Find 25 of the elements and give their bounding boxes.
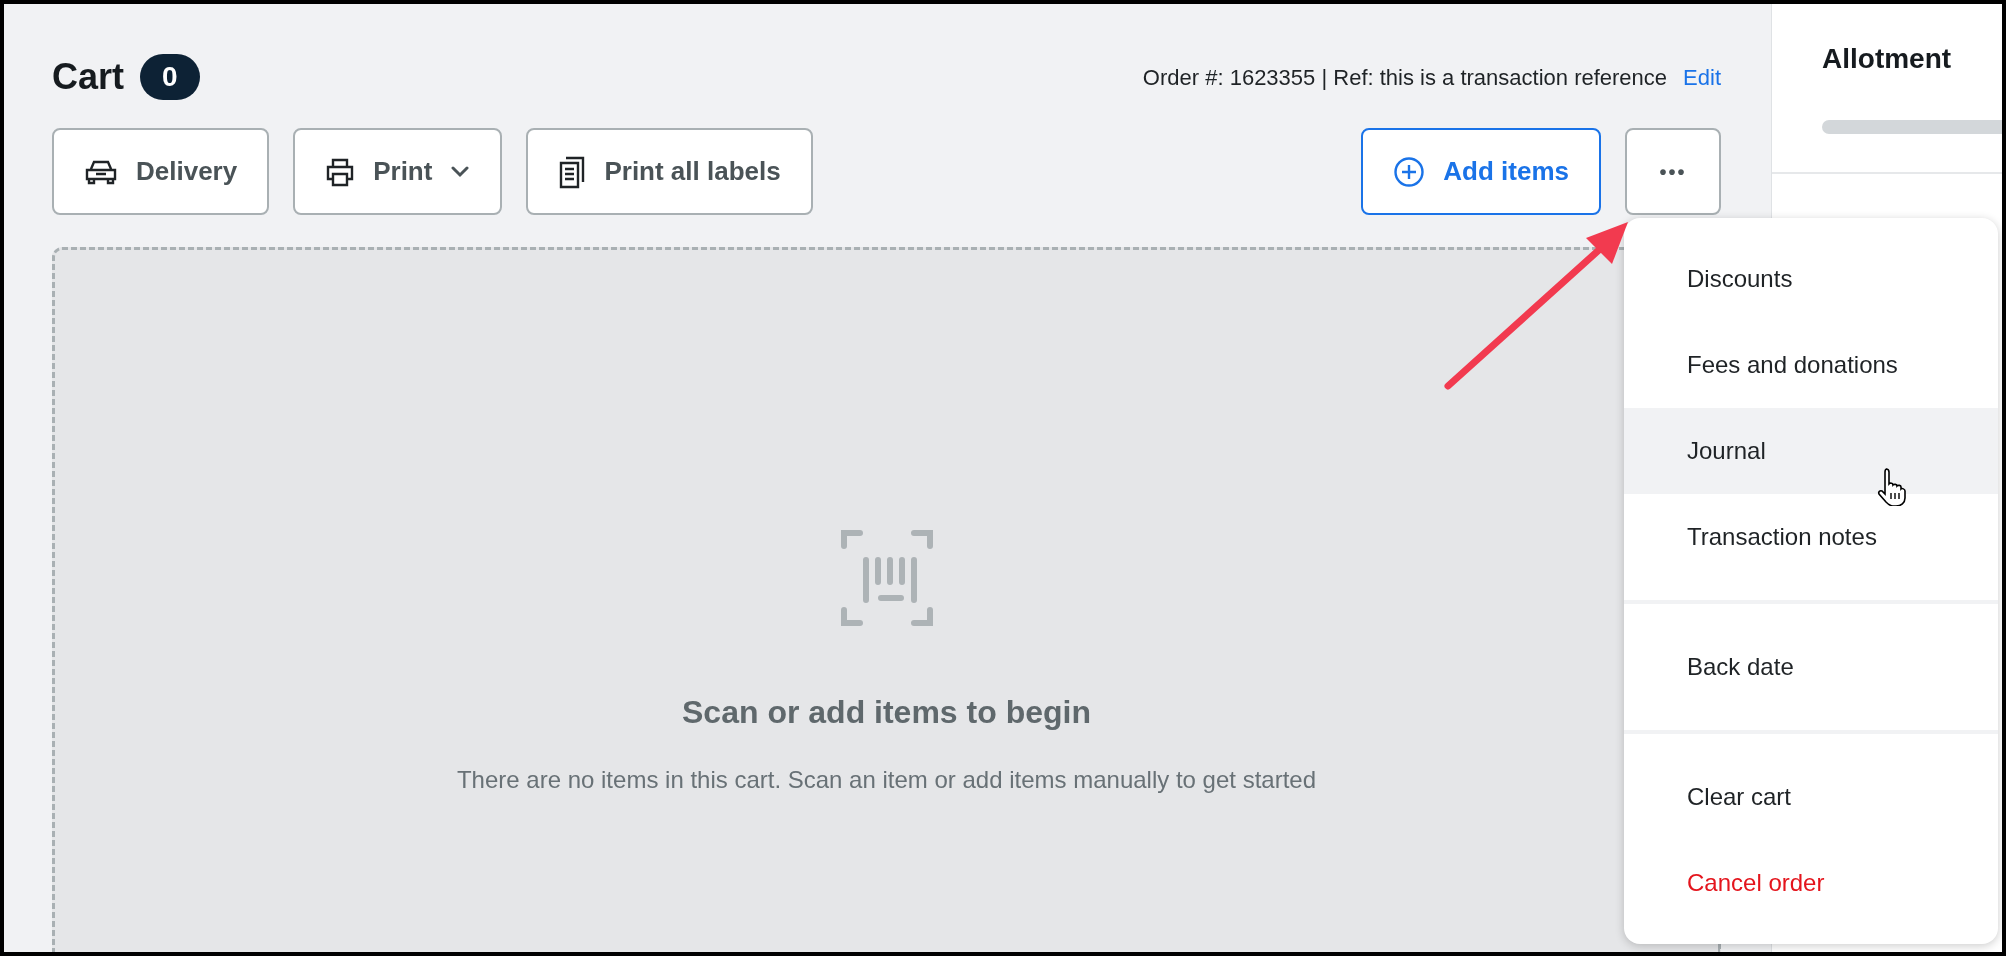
empty-state-message: There are no items in this cart. Scan an item or add items manually to get started: [456, 765, 1317, 795]
chevron-down-icon: [450, 165, 471, 178]
menu-item[interactable]: Cancel order: [1624, 840, 1998, 926]
toolbar-button[interactable]: Delivery: [52, 128, 270, 215]
plus-circle-icon: [1393, 155, 1426, 188]
menu-item[interactable]: Clear cart: [1624, 754, 1998, 840]
menu-item[interactable]: Journal: [1624, 408, 1998, 494]
empty-state-heading: Scan or add items to begin: [682, 693, 1091, 732]
add-items-button[interactable]: Add items: [1361, 128, 1601, 215]
car-icon: [84, 158, 118, 185]
menu-item[interactable]: Fees and donations: [1624, 322, 1998, 408]
item-count-badge: 0: [140, 54, 200, 100]
toolbar-button[interactable]: Print: [293, 128, 503, 215]
menu-item[interactable]: Transaction notes: [1624, 494, 1998, 580]
cart-title: Cart: [52, 55, 125, 99]
menu-item[interactable]: Back date: [1624, 624, 1998, 710]
panel-title: Allotment: [1822, 42, 1953, 76]
printer-icon: [325, 156, 356, 187]
order-reference-text: Order #: 1623355 | Ref: this is a transaction reference: [1142, 63, 1668, 92]
more-options-button[interactable]: •••: [1625, 128, 1721, 215]
menu-item[interactable]: Discounts: [1624, 236, 1998, 322]
documents-icon: [558, 154, 587, 189]
toolbar-button[interactable]: Print all labels: [526, 128, 813, 215]
edit-link[interactable]: Edit: [1683, 60, 1721, 94]
barcode-scan-icon: [840, 530, 933, 626]
